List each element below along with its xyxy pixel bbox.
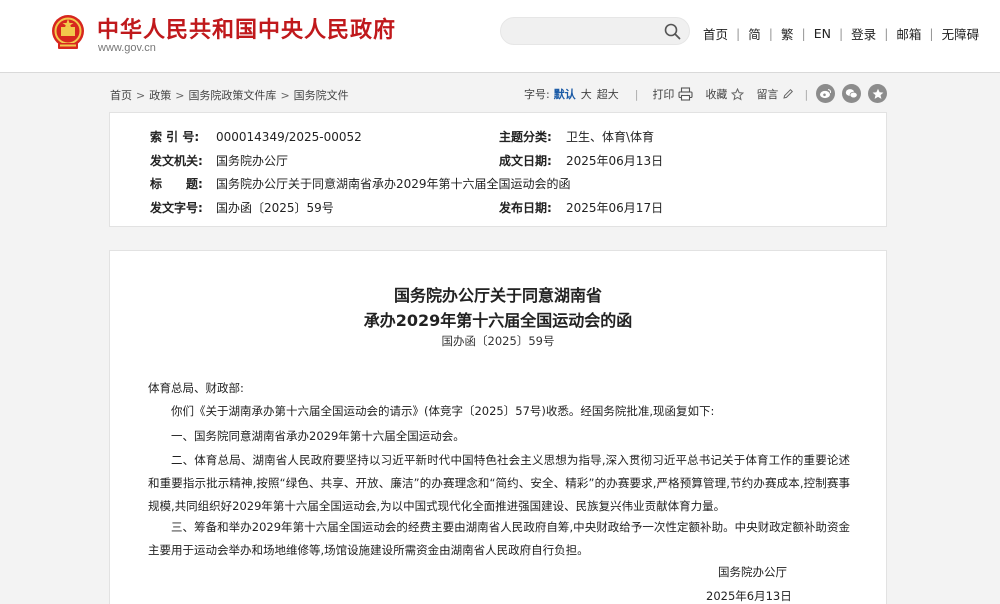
qzone-share-icon[interactable] [868, 84, 887, 103]
site-title[interactable]: 中华人民共和国中央人民政府 [97, 12, 396, 44]
breadcrumb-separator: > [175, 89, 185, 102]
page-tools: 字号: 默认 大 超大 | 打印 收藏 留言 | [524, 84, 808, 104]
info-pubdate: 发布日期: 2025年06月17日 [499, 199, 663, 216]
nav-mail[interactable]: 邮箱 [896, 24, 921, 43]
nav-home[interactable]: 首页 [703, 24, 728, 43]
breadcrumb-item-library[interactable]: 国务院政策文件库 [188, 89, 276, 102]
info-issuer-label: 发文机关: [150, 154, 203, 168]
site-url[interactable]: www.gov.cn [98, 42, 156, 54]
tools-divider: | [804, 87, 809, 101]
doc-paragraph-2: 一、国务院同意湖南省承办2029年第十六届全国运动会。 [171, 429, 465, 443]
comment-label: 留言 [756, 88, 779, 101]
document-body: 国务院办公厅关于同意湖南省 承办2029年第十六届全国运动会的函 国办函〔202… [109, 250, 887, 604]
font-size-label: 字号: [524, 88, 550, 101]
favorite-label: 收藏 [705, 88, 728, 101]
top-nav: 首页 | 简 | 繁 | EN | 登录 | 邮箱 | 无障碍 [703, 24, 979, 43]
info-index: 索 引 号: 000014349/2025-00052 [150, 128, 362, 145]
search-icon[interactable] [664, 23, 681, 40]
nav-separator: | [884, 26, 889, 41]
nav-separator: | [929, 26, 934, 41]
breadcrumb-item-docs[interactable]: 国务院文件 [294, 89, 349, 102]
info-docno: 发文字号: 国办函〔2025〕59号 [150, 199, 334, 216]
doc-title-line2: 承办2029年第十六届全国运动会的函 [363, 311, 633, 330]
search-input[interactable] [513, 22, 653, 40]
doc-signature-org: 国务院办公厅 [718, 565, 787, 579]
nav-separator: | [801, 26, 806, 41]
info-docno-label: 发文字号: [150, 201, 203, 215]
star-icon [731, 87, 745, 101]
doc-paragraph-3: 二、体育总局、湖南省人民政府要坚持以习近平新时代中国特色社会主义思想为指导,深入… [148, 453, 850, 513]
info-title: 标 题: 国务院办公厅关于同意湖南省承办2029年第十六届全国运动会的函 [150, 175, 571, 192]
nav-separator: | [736, 26, 741, 41]
doc-number: 国办函〔2025〕59号 [441, 334, 555, 348]
font-size-default[interactable]: 默认 [554, 86, 576, 102]
info-topic: 主题分类: 卫生、体育\体育 [499, 128, 654, 145]
breadcrumb-separator: > [136, 89, 146, 102]
wechat-share-icon[interactable] [842, 84, 861, 103]
nav-english[interactable]: EN [814, 26, 831, 41]
info-docno-value: 国办函〔2025〕59号 [216, 201, 334, 215]
nav-traditional[interactable]: 繁 [781, 24, 794, 43]
info-index-label: 索 引 号: [150, 130, 200, 144]
favorite-button[interactable]: 收藏 [705, 86, 745, 102]
document-info-box: 索 引 号: 000014349/2025-00052 主题分类: 卫生、体育\体育… [109, 112, 887, 227]
info-topic-label: 主题分类: [499, 130, 552, 144]
breadcrumb-item-policy[interactable]: 政策 [149, 89, 171, 102]
info-topic-value: 卫生、体育\体育 [566, 130, 655, 144]
printer-icon [678, 87, 693, 101]
breadcrumb: 首页 > 政策 > 国务院政策文件库 > 国务院文件 [110, 87, 349, 103]
print-button[interactable]: 打印 [652, 86, 693, 102]
site-header: 中华人民共和国中央人民政府 www.gov.cn 首页 | 简 | 繁 | EN… [0, 0, 1000, 73]
nav-accessibility[interactable]: 无障碍 [942, 24, 980, 43]
national-emblem-icon[interactable] [50, 13, 86, 51]
info-title-label: 标 题: [150, 177, 203, 191]
nav-login[interactable]: 登录 [851, 24, 876, 43]
print-label: 打印 [652, 88, 675, 101]
search-box [500, 17, 690, 45]
breadcrumb-separator: > [280, 89, 290, 102]
nav-simplified[interactable]: 简 [748, 24, 761, 43]
info-pubdate-label: 发布日期: [499, 201, 552, 215]
nav-separator: | [768, 26, 773, 41]
weibo-share-icon[interactable] [816, 84, 835, 103]
info-date: 成文日期: 2025年06月13日 [499, 152, 663, 169]
tools-divider: | [634, 87, 639, 101]
doc-paragraph-1: 你们《关于湖南承办第十六届全国运动会的请示》(体竞字〔2025〕57号)收悉。经… [171, 404, 715, 418]
font-size-xlarge[interactable]: 超大 [597, 86, 619, 102]
share-buttons [816, 84, 894, 103]
doc-paragraph-4: 三、筹备和举办2029年第十六届全国运动会的经费主要由湖南省人民政府自筹,中央财… [148, 520, 850, 557]
doc-title-line1: 国务院办公厅关于同意湖南省 [393, 286, 602, 305]
info-issuer: 发文机关: 国务院办公厅 [150, 152, 288, 169]
pencil-icon [783, 88, 794, 99]
doc-signature-date: 2025年6月13日 [706, 589, 792, 603]
info-date-label: 成文日期: [499, 154, 552, 168]
comment-button[interactable]: 留言 [756, 86, 794, 102]
nav-separator: | [838, 26, 844, 41]
font-size-large[interactable]: 大 [581, 86, 592, 102]
info-title-value: 国务院办公厅关于同意湖南省承办2029年第十六届全国运动会的函 [216, 177, 571, 191]
info-date-value: 2025年06月13日 [566, 154, 664, 168]
info-pubdate-value: 2025年06月17日 [566, 201, 664, 215]
info-index-value: 000014349/2025-00052 [216, 130, 362, 144]
info-issuer-value: 国务院办公厅 [216, 154, 289, 168]
breadcrumb-item-home[interactable]: 首页 [110, 89, 132, 102]
doc-salutation: 体育总局、财政部: [148, 381, 244, 395]
